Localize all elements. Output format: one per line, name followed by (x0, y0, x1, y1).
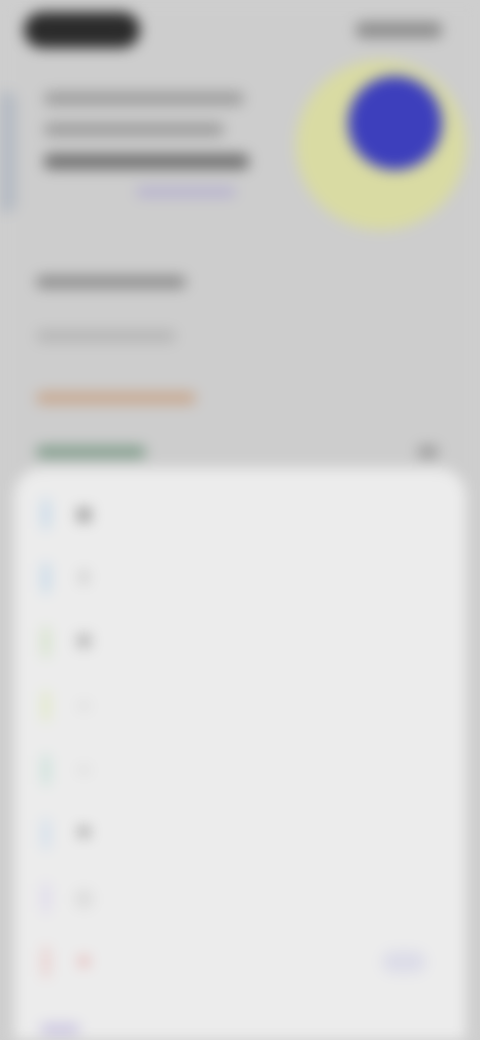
grid-icon: ▦ (76, 506, 92, 523)
status-icons (356, 22, 442, 38)
share-icon: ⇪ (77, 570, 91, 587)
headline-line (44, 123, 224, 136)
menu-accent (44, 627, 48, 657)
home-indicator[interactable] (40, 1024, 80, 1034)
menu-accent (44, 819, 48, 849)
background-list-item[interactable] (36, 330, 176, 342)
background-list-item[interactable] (36, 446, 146, 458)
menu-item-delete[interactable]: ✕ (14, 934, 466, 990)
trash-icon: ✕ (77, 954, 91, 971)
menu-item[interactable]: – (14, 742, 466, 798)
background-section-title (36, 276, 186, 288)
link-icon: ⌘ (76, 634, 92, 651)
minus-icon: – (79, 697, 89, 714)
menu-accent (44, 499, 48, 529)
status-bar (0, 0, 480, 64)
menu-item[interactable]: ⌘ (14, 614, 466, 670)
info-icon: ⓘ (75, 892, 92, 909)
menu-accent (44, 883, 48, 913)
minus-icon: – (79, 761, 89, 778)
menu-item[interactable]: ⇪ (14, 550, 466, 606)
menu-item[interactable]: ▦ (14, 486, 466, 542)
action-sheet: ▦ ⇪ ⌘ – – ⚑ ⓘ ✕ (14, 468, 466, 1040)
menu-item[interactable]: – (14, 678, 466, 734)
menu-accent (44, 691, 48, 721)
menu-accent (44, 755, 48, 785)
side-tab[interactable] (0, 92, 16, 212)
flag-icon: ⚑ (76, 826, 92, 843)
page-headline (44, 92, 284, 215)
status-pill-icon (24, 12, 140, 48)
menu-item[interactable]: ⚑ (14, 806, 466, 862)
menu-accent (44, 947, 48, 977)
headline-line (44, 154, 249, 169)
avatar[interactable] (348, 76, 442, 170)
trailing-badge (382, 951, 426, 973)
chevron-icon (418, 446, 438, 458)
background-list-item[interactable] (36, 392, 196, 404)
menu-item[interactable]: ⓘ (14, 870, 466, 926)
screen: ▦ ⇪ ⌘ – – ⚑ ⓘ ✕ (0, 0, 480, 1040)
headline-line (44, 92, 244, 105)
menu-accent (44, 563, 48, 593)
headline-subtitle (136, 187, 236, 197)
